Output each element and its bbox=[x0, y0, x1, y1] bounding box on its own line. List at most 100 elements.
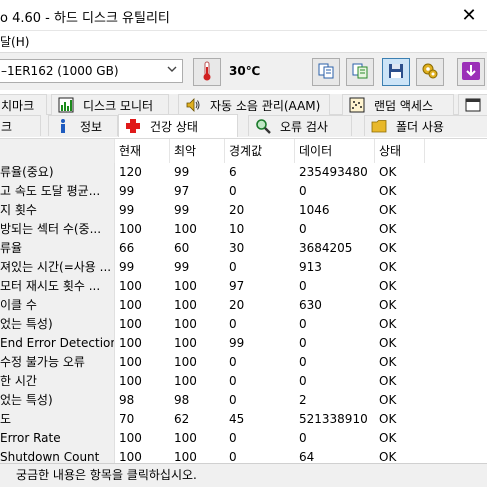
menu-help[interactable]: 달(H) bbox=[0, 33, 29, 50]
smart-table: 현재 최악 경계값 데이터 상태 류율(중요) 120 99 6 2354934… bbox=[0, 138, 487, 463]
tab-label: 오류 검사 bbox=[280, 119, 328, 134]
table-row[interactable]: 방되는 섹터 수(중... 100 100 10 0 OK bbox=[0, 220, 487, 239]
attribute-name: End Error Detection... bbox=[0, 334, 115, 353]
threshold-value: 45 bbox=[229, 412, 245, 426]
temperature-button[interactable] bbox=[193, 58, 221, 86]
threshold-value: 99 bbox=[229, 336, 245, 350]
thermometer-icon bbox=[198, 60, 216, 85]
status-value: OK bbox=[379, 241, 397, 255]
status-value: OK bbox=[379, 374, 397, 388]
tab-label: 랜덤 액세스 bbox=[374, 98, 434, 113]
status-value: OK bbox=[379, 336, 397, 350]
attribute-name: Shutdown Count bbox=[0, 448, 115, 463]
raw-data-value: 2 bbox=[299, 393, 307, 407]
table-row[interactable]: Error Rate 100 100 0 0 OK bbox=[0, 429, 487, 448]
worst-value: 99 bbox=[174, 165, 190, 179]
chevron-down-icon bbox=[166, 63, 178, 78]
current-value: 100 bbox=[119, 431, 142, 445]
attribute-name: 었는 특성) bbox=[0, 315, 115, 334]
attribute-name: 류율 bbox=[0, 239, 115, 258]
table-row[interactable]: 류율 66 60 30 3684205 OK bbox=[0, 239, 487, 258]
copy-all-button[interactable] bbox=[346, 58, 374, 86]
raw-data-value: 0 bbox=[299, 336, 307, 350]
column-header-data[interactable]: 데이터 bbox=[295, 139, 375, 163]
table-row[interactable]: 고 속도 도달 평균... 99 97 0 0 OK bbox=[0, 182, 487, 201]
threshold-value: 20 bbox=[229, 298, 245, 312]
magnifier-icon bbox=[255, 118, 271, 134]
column-header-attribute[interactable] bbox=[0, 139, 115, 163]
raw-data-value: 0 bbox=[299, 431, 307, 445]
worst-value: 99 bbox=[174, 203, 190, 217]
table-row[interactable]: Shutdown Count 100 100 0 64 OK bbox=[0, 448, 487, 463]
exit-button[interactable] bbox=[457, 58, 485, 86]
tab-random-access[interactable]: 랜덤 액세스 bbox=[342, 94, 454, 115]
worst-value: 100 bbox=[174, 298, 197, 312]
bar-chart-icon bbox=[58, 97, 74, 113]
current-value: 66 bbox=[119, 241, 135, 255]
current-value: 99 bbox=[119, 260, 135, 274]
table-row[interactable]: 었는 특성) 100 100 0 0 OK bbox=[0, 315, 487, 334]
worst-value: 100 bbox=[174, 222, 197, 236]
column-header-status[interactable]: 상태 bbox=[375, 139, 425, 163]
table-row[interactable]: 모터 재시도 횟수 ... 100 100 97 0 OK bbox=[0, 277, 487, 296]
column-header-threshold[interactable]: 경계값 bbox=[225, 139, 295, 163]
current-value: 100 bbox=[119, 374, 142, 388]
threshold-value: 0 bbox=[229, 450, 237, 463]
current-value: 100 bbox=[119, 317, 142, 331]
raw-data-value: 0 bbox=[299, 374, 307, 388]
status-value: OK bbox=[379, 298, 397, 312]
status-value: OK bbox=[379, 450, 397, 463]
tab-disk[interactable]: 크 bbox=[0, 115, 41, 136]
tab-disk-monitor[interactable]: 디스크 모니터 bbox=[51, 94, 169, 115]
threshold-value: 0 bbox=[229, 184, 237, 198]
threshold-value: 0 bbox=[229, 431, 237, 445]
copy-all-icon bbox=[351, 62, 369, 83]
close-button[interactable]: ✕ bbox=[451, 0, 487, 31]
table-row[interactable]: 한 시간 100 100 0 0 OK bbox=[0, 372, 487, 391]
tab-extra[interactable] bbox=[458, 94, 487, 115]
threshold-value: 10 bbox=[229, 222, 245, 236]
tab-benchmark[interactable]: 치마크 bbox=[0, 94, 47, 115]
column-header-worst[interactable]: 최악 bbox=[170, 139, 225, 163]
table-row[interactable]: 류율(중요) 120 99 6 235493480 OK bbox=[0, 163, 487, 182]
table-row[interactable]: 이클 수 100 100 20 630 OK bbox=[0, 296, 487, 315]
status-value: OK bbox=[379, 260, 397, 274]
speaker-icon bbox=[185, 97, 201, 113]
table-row[interactable]: 수정 불가능 오류 100 100 0 0 OK bbox=[0, 353, 487, 372]
table-row[interactable]: End Error Detection... 100 100 99 0 OK bbox=[0, 334, 487, 353]
tab-folder-usage[interactable]: 폴더 사용 bbox=[364, 115, 487, 136]
current-value: 100 bbox=[119, 298, 142, 312]
current-value: 99 bbox=[119, 203, 135, 217]
table-row[interactable]: 었는 특성) 98 98 0 2 OK bbox=[0, 391, 487, 410]
table-row[interactable]: 도 70 62 45 521338910 OK bbox=[0, 410, 487, 429]
floppy-disk-icon bbox=[387, 62, 405, 83]
tab-label: 폴더 사용 bbox=[396, 119, 444, 134]
save-button[interactable] bbox=[382, 58, 410, 86]
current-value: 100 bbox=[119, 222, 142, 236]
attribute-name: 지 횟수 bbox=[0, 201, 115, 220]
status-value: OK bbox=[379, 317, 397, 331]
column-header-current[interactable]: 현재 bbox=[115, 139, 170, 163]
worst-value: 100 bbox=[174, 450, 197, 463]
threshold-value: 0 bbox=[229, 393, 237, 407]
tab-info[interactable]: 정보 bbox=[48, 115, 118, 136]
worst-value: 100 bbox=[174, 374, 197, 388]
options-button[interactable] bbox=[416, 58, 444, 86]
disk-select[interactable]: –1ER162 (1000 GB) bbox=[0, 59, 183, 83]
tab-health[interactable]: 건강 상태 bbox=[118, 114, 238, 137]
attribute-name: 도 bbox=[0, 410, 115, 429]
table-row[interactable]: 지 횟수 99 99 20 1046 OK bbox=[0, 201, 487, 220]
tab-error-scan[interactable]: 오류 검사 bbox=[248, 115, 352, 136]
tab-aam[interactable]: 자동 소음 관리(AAM) bbox=[178, 94, 330, 115]
status-value: OK bbox=[379, 412, 397, 426]
dots-grid-icon bbox=[349, 97, 365, 113]
copy-button[interactable] bbox=[312, 58, 340, 86]
worst-value: 100 bbox=[174, 336, 197, 350]
title-bar: o 4.60 - 하드 디스크 유틸리티 ✕ bbox=[0, 0, 487, 31]
toolbar: –1ER162 (1000 GB) 30℃ bbox=[0, 52, 487, 90]
table-header: 현재 최악 경계값 데이터 상태 bbox=[0, 139, 487, 163]
table-row[interactable]: 져있는 시간(=사용 ... 99 99 0 913 OK bbox=[0, 258, 487, 277]
threshold-value: 0 bbox=[229, 355, 237, 369]
worst-value: 97 bbox=[174, 184, 190, 198]
threshold-value: 20 bbox=[229, 203, 245, 217]
